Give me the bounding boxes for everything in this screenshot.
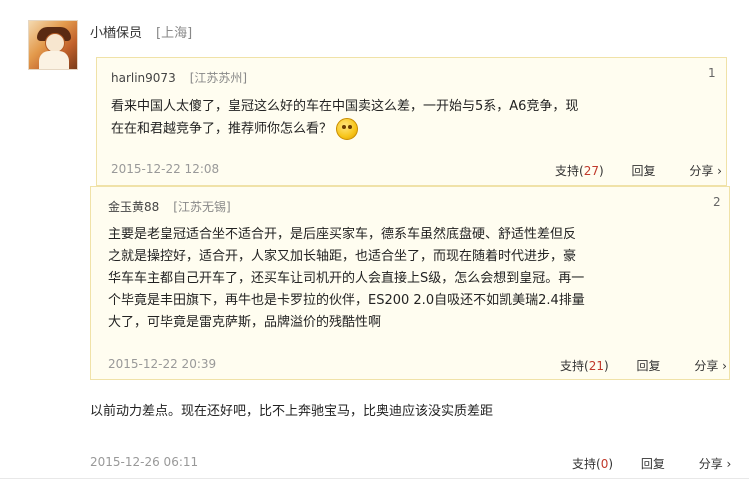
quote-2-reply-button[interactable]: 回复 [637,357,661,374]
main-support-count: 0 [600,457,609,471]
quote-2-number: 2 [713,195,721,209]
quote-2-share-button[interactable]: 分享 › [694,357,727,374]
quote-2-support-button[interactable]: 支持(21) [560,357,609,374]
quote-2-text: 主要是老皇冠适合坐不适合开，是后座买家车，德系车虽然底盘硬、舒适性差但反 之就是… [108,224,585,334]
main-reply-actions: 支持(0) 回复 分享 › [572,455,731,472]
quote-2-line-3: 华车车主都自己开车了，还买车让司机开的人会直接上S级，怎么会想到皇冠。再一 [108,271,585,286]
quote-2-actions: 支持(21) 回复 分享 › [560,357,727,374]
main-reply-button[interactable]: 回复 [641,455,665,472]
quote-1-line-1: 看来中国人太傻了，皇冠这么好的车在中国卖这么差，一开始与5系，A6竞争，现 [111,99,579,114]
quote-2-username[interactable]: 金玉黄88 [108,200,159,214]
post-location: [上海] [156,26,193,41]
main-support-button[interactable]: 支持(0) [572,455,613,472]
main-reply-text: 以前动力差点。现在还好吧，比不上奔驰宝马，比奥迪应该没实质差距 [90,404,494,419]
quote-1-line-2-text: 在在和君越竞争了，推荐师你怎么看？ [111,121,333,137]
main-support-label: 支持 [572,457,597,471]
quote-1-location: [江苏苏州] [189,71,248,85]
quote-2-header: 金玉黄88 [江苏无锡] [108,198,231,215]
avatar[interactable] [28,20,78,70]
avatar-face [45,33,65,53]
post-username[interactable]: 小楢保员 [上海] [90,22,192,41]
quote-1-reply-button[interactable]: 回复 [632,162,656,179]
quote-2-date: 2015-12-22 20:39 [108,357,217,371]
quote-2-location: [江苏无锡] [173,200,231,214]
quote-2: 金玉黄88 [江苏无锡] 2 主要是老皇冠适合坐不适合开，是后座买家车，德系车虽然… [90,186,730,380]
quote-1-date: 2015-12-22 12:08 [111,162,220,176]
quote-1: harlin9073 [江苏苏州] 1 看来中国人太傻了，皇冠这么好的车在中国卖这… [96,57,727,186]
quote-1-support-label: 支持 [555,164,580,178]
quote-2-line-5: 大了，可毕竟是雷克萨斯，品牌溢价的残酷性啊 [108,315,382,330]
quote-1-text: 看来中国人太傻了，皇冠这么好的车在中国卖这么差，一开始与5系，A6竞争，现 在在… [111,96,578,141]
quote-1-number: 1 [708,66,716,80]
quote-1-line-2: 在在和君越竞争了，推荐师你怎么看？ [111,118,578,141]
main-reply-date: 2015-12-26 06:11 [90,455,199,469]
quote-2-line-2: 之就是操控好，适合开，人家又加长轴距，也适合坐了，而现在随着时代进步，豪 [108,249,577,264]
quote-1-username[interactable]: harlin9073 [111,71,176,85]
quote-1-support-count: 27 [583,164,599,178]
post-username-text[interactable]: 小楢保员 [90,26,142,41]
quote-2-support-label: 支持 [560,359,585,373]
quote-1-share-button[interactable]: 分享 › [689,162,722,179]
quote-2-support-count: 21 [588,359,604,373]
quote-2-line-4: 个毕竟是丰田旗下，再牛也是卡罗拉的伙伴，ES200 2.0自吸还不如凯美瑞2.4… [108,293,585,308]
quote-1-support-button[interactable]: 支持(27) [555,162,604,179]
divider [0,478,749,479]
main-share-button[interactable]: 分享 › [699,455,732,472]
quote-1-actions: 支持(27) 回复 分享 › [555,162,722,179]
avatar-body [39,51,69,69]
smile-emoji-icon [336,118,359,140]
quote-1-header: harlin9073 [江苏苏州] [111,69,247,86]
quote-2-line-1: 主要是老皇冠适合坐不适合开，是后座买家车，德系车虽然底盘硬、舒适性差但反 [108,227,577,242]
